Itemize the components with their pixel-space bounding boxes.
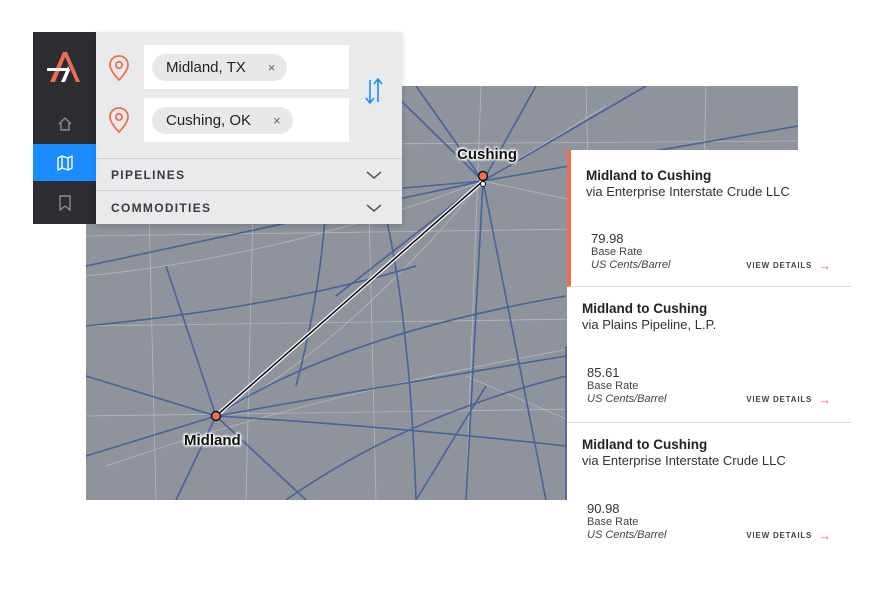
- nav-map[interactable]: [33, 144, 96, 181]
- view-details-link[interactable]: VIEW DETAILS →: [746, 528, 832, 543]
- result-card[interactable]: Midland to Cushing via Enterprise Inters…: [567, 423, 852, 553]
- result-rate-label: Base Rate: [587, 380, 639, 392]
- origin-chip-label: Midland, TX: [166, 59, 246, 76]
- result-unit: US Cents/Barrel: [591, 259, 671, 271]
- origin-pin-icon: [109, 55, 129, 82]
- pipelines-label: PIPELINES: [111, 167, 186, 182]
- result-operator: via Enterprise Interstate Crude LLC: [586, 184, 790, 199]
- commodities-label: COMMODITIES: [111, 200, 212, 215]
- destination-map-label: Cushing: [457, 146, 517, 163]
- result-route: Midland to Cushing: [582, 437, 708, 452]
- route-search-panel: Midland, TX × Cushing, OK × PIPELINES CO…: [96, 32, 402, 224]
- map-icon: [56, 154, 73, 171]
- view-details-link[interactable]: VIEW DETAILS →: [746, 258, 832, 273]
- result-operator: via Plains Pipeline, L.P.: [582, 317, 717, 332]
- home-icon: [58, 116, 71, 131]
- nav-bookmarks[interactable]: [33, 184, 96, 221]
- result-card[interactable]: Midland to Cushing via Plains Pipeline, …: [567, 287, 852, 423]
- origin-map-label: Midland: [184, 432, 241, 449]
- view-details-label: VIEW DETAILS: [746, 395, 813, 404]
- result-rate: 85.61: [587, 365, 620, 380]
- result-rate: 90.98: [587, 501, 620, 516]
- result-unit: US Cents/Barrel: [587, 393, 667, 405]
- result-operator: via Enterprise Interstate Crude LLC: [582, 453, 786, 468]
- arrow-right-icon: →: [818, 392, 832, 407]
- bookmark-icon: [58, 194, 71, 211]
- view-details-link[interactable]: VIEW DETAILS →: [746, 392, 832, 407]
- destination-pin-icon: [109, 107, 129, 134]
- pipelines-accordion[interactable]: PIPELINES: [96, 158, 402, 190]
- logo-icon: [47, 52, 80, 82]
- app-logo[interactable]: [33, 32, 96, 100]
- remove-origin-icon[interactable]: ×: [268, 60, 276, 75]
- destination-chip-label: Cushing, OK: [166, 112, 252, 129]
- destination-field[interactable]: Cushing, OK ×: [144, 98, 349, 142]
- results-list: Midland to Cushing via Enterprise Inters…: [567, 150, 852, 553]
- chevron-down-icon: [366, 170, 382, 179]
- origin-chip[interactable]: Midland, TX ×: [152, 54, 288, 81]
- view-details-label: VIEW DETAILS: [746, 261, 813, 270]
- remove-destination-icon[interactable]: ×: [273, 113, 281, 128]
- destination-marker: [477, 170, 489, 182]
- result-unit: US Cents/Barrel: [587, 529, 667, 541]
- result-route: Midland to Cushing: [582, 301, 708, 316]
- result-rate-label: Base Rate: [587, 516, 639, 528]
- result-rate: 79.98: [591, 231, 624, 246]
- result-rate-label: Base Rate: [591, 246, 643, 258]
- result-card[interactable]: Midland to Cushing via Enterprise Inters…: [567, 150, 852, 287]
- origin-marker: [210, 410, 222, 422]
- result-route: Midland to Cushing: [586, 168, 712, 183]
- arrow-right-icon: →: [818, 258, 832, 273]
- arrow-right-icon: →: [818, 528, 832, 543]
- swap-arrows-icon[interactable]: [362, 76, 386, 106]
- chevron-down-icon: [366, 203, 382, 212]
- nav-home[interactable]: [33, 105, 96, 142]
- nav-rail: [33, 32, 96, 224]
- view-details-label: VIEW DETAILS: [746, 531, 813, 540]
- origin-field[interactable]: Midland, TX ×: [144, 45, 349, 89]
- commodities-accordion[interactable]: COMMODITIES: [96, 190, 402, 224]
- destination-chip[interactable]: Cushing, OK ×: [152, 107, 293, 134]
